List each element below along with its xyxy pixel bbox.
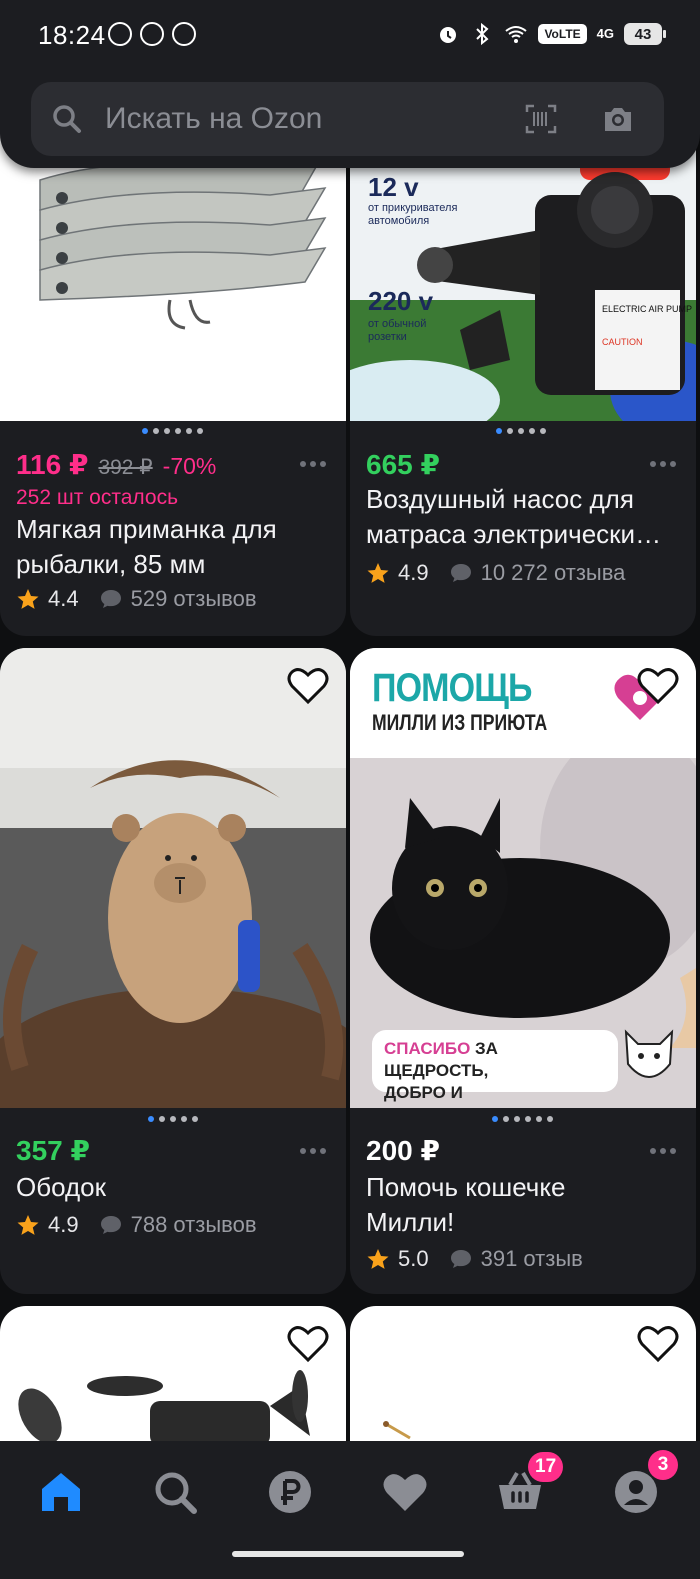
price: 200 ₽ (366, 1135, 440, 1166)
home-gesture-indicator[interactable] (232, 1551, 464, 1557)
product-title[interactable]: Ободок (16, 1170, 336, 1205)
volte-badge: VoLTE (538, 24, 587, 44)
bluetooth-icon (476, 22, 489, 46)
star-icon (367, 1249, 389, 1269)
price: 357 ₽ (16, 1135, 90, 1166)
product-title[interactable]: Мягкая приманка для рыбалки, 85 мм (16, 512, 336, 582)
old-price: 392 ₽ (98, 456, 153, 479)
price: 665 ₽ (366, 449, 440, 480)
profile-notification-badge: 3 (648, 1450, 678, 1480)
wifi-icon (505, 26, 528, 43)
product-card-lure[interactable]: 116 ₽ 392 ₽ -70% 252 шт осталось Мягкая … (0, 100, 346, 636)
rating-value: 4.9 (48, 1212, 79, 1237)
image-pager-dots (496, 428, 546, 434)
more-options-icon[interactable] (650, 1148, 676, 1154)
favorite-heart-icon[interactable] (636, 664, 680, 708)
banner-subline: МИЛЛИ ИЗ ПРИЮТА (372, 710, 548, 735)
reviews-count[interactable]: 788 отзывов (131, 1212, 257, 1238)
product-title-text: Воздушный насос для матраса электрически… (366, 484, 662, 549)
product-title[interactable]: Помочь кошечке Милли! (366, 1170, 626, 1240)
ruble-finance-icon[interactable] (265, 1467, 315, 1517)
search-placeholder: Искать на Ozon (105, 102, 323, 135)
search-nav-icon[interactable] (150, 1467, 200, 1517)
barcode-scan-icon[interactable] (525, 104, 557, 134)
discount-label: -70% (162, 453, 217, 479)
price-row: 357 ₽ (16, 1134, 90, 1167)
product-image[interactable]: ПОМОЩЬ МИЛЛИ ИЗ ПРИЮТА СПАСИБО ЗА ЩЕДРОС… (350, 648, 696, 1108)
rating-value: 4.9 (398, 560, 429, 585)
status-app-icons (108, 22, 196, 46)
more-options-icon[interactable] (650, 461, 676, 467)
favorites-icon[interactable] (380, 1467, 430, 1517)
star-icon (17, 589, 39, 609)
rating-row: 5.0 391 отзыв (366, 1246, 583, 1272)
home-icon[interactable] (36, 1467, 86, 1517)
price-row: 116 ₽ 392 ₽ -70% (16, 448, 216, 481)
more-options-icon[interactable] (300, 461, 326, 467)
price-row: 665 ₽ (366, 448, 440, 481)
status-time: 18:24 (38, 20, 106, 50)
favorite-heart-icon[interactable] (286, 1322, 330, 1366)
reviews-count[interactable]: 10 272 отзыва (481, 560, 626, 586)
search-icon (53, 105, 81, 133)
at-sign-icon (172, 22, 196, 46)
threads-icon (108, 22, 132, 46)
star-icon (367, 563, 389, 583)
image-pager-dots (492, 1116, 553, 1122)
status-right-icons: VoLTE 4G 43 (436, 22, 666, 46)
cart-count-badge: 17 (528, 1452, 564, 1482)
comment-icon (100, 590, 121, 608)
more-options-icon[interactable] (300, 1148, 326, 1154)
image-pager-dots (142, 428, 203, 434)
bottom-navigation: 17 3 (0, 1441, 700, 1579)
svg-text:CAUTION: CAUTION (602, 337, 643, 347)
battery-icon: 43 (624, 23, 666, 45)
reviews-count[interactable]: 529 отзывов (131, 586, 257, 612)
rating-row: 4.9 10 272 отзыва (366, 560, 625, 586)
image-text-220v-sub: от обычной розетки (368, 318, 427, 343)
image-text-12v-sub: от прикуривателя автомобиля (368, 202, 458, 227)
price: 116 ₽ (16, 449, 89, 480)
rating-value: 4.4 (48, 586, 79, 611)
product-card-charity-cat[interactable]: ПОМОЩЬ МИЛЛИ ИЗ ПРИЮТА СПАСИБО ЗА ЩЕДРОС… (350, 648, 696, 1294)
image-text-220v: 220 v (368, 286, 434, 316)
thanks-bubble: СПАСИБО ЗА ЩЕДРОСТЬ, ДОБРО И НЕРАВНОДУШИ… (372, 1030, 618, 1108)
search-bar[interactable]: Искать на Ozon (31, 82, 664, 156)
product-card-headband[interactable]: 357 ₽ Ободок 4.9 788 отзывов (0, 648, 346, 1294)
product-image[interactable] (0, 648, 346, 1108)
dog-illustration-icon (624, 1029, 674, 1078)
product-card-pump[interactable]: ELECTRIC AIR PUMP CAUTION 12 v от прикур… (350, 100, 696, 636)
app-notification-icon (140, 22, 164, 46)
stock-left-label: 252 шт осталось (16, 486, 179, 509)
thanks-accent: СПАСИБО (384, 1039, 471, 1058)
reviews-count[interactable]: 391 отзыв (481, 1246, 583, 1272)
product-title[interactable]: Воздушный насос для матраса электрически… (366, 482, 686, 554)
favorite-heart-icon[interactable] (286, 664, 330, 708)
rating-value: 5.0 (398, 1246, 429, 1271)
banner-headline: ПОМОЩЬ (372, 666, 532, 710)
image-text-12v: 12 v (368, 172, 419, 202)
rating-row: 4.4 529 отзывов (16, 586, 257, 612)
star-icon (17, 1215, 39, 1235)
rating-row: 4.9 788 отзывов (16, 1212, 257, 1238)
svg-text:ELECTRIC AIR PUMP: ELECTRIC AIR PUMP (602, 304, 692, 314)
camera-icon[interactable] (602, 104, 634, 134)
status-bar: 18:24 VoLTE 4G 43 (0, 0, 700, 76)
alarm-icon (440, 27, 457, 43)
top-header: 18:24 VoLTE 4G 43 Искать на Ozon (0, 0, 700, 168)
price-row: 200 ₽ (366, 1134, 440, 1167)
comment-icon (450, 1250, 471, 1268)
comment-icon (450, 564, 471, 582)
network-type: 4G (596, 26, 614, 41)
comment-icon (100, 1216, 121, 1234)
image-pager-dots (148, 1116, 198, 1122)
favorite-heart-icon[interactable] (636, 1322, 680, 1366)
